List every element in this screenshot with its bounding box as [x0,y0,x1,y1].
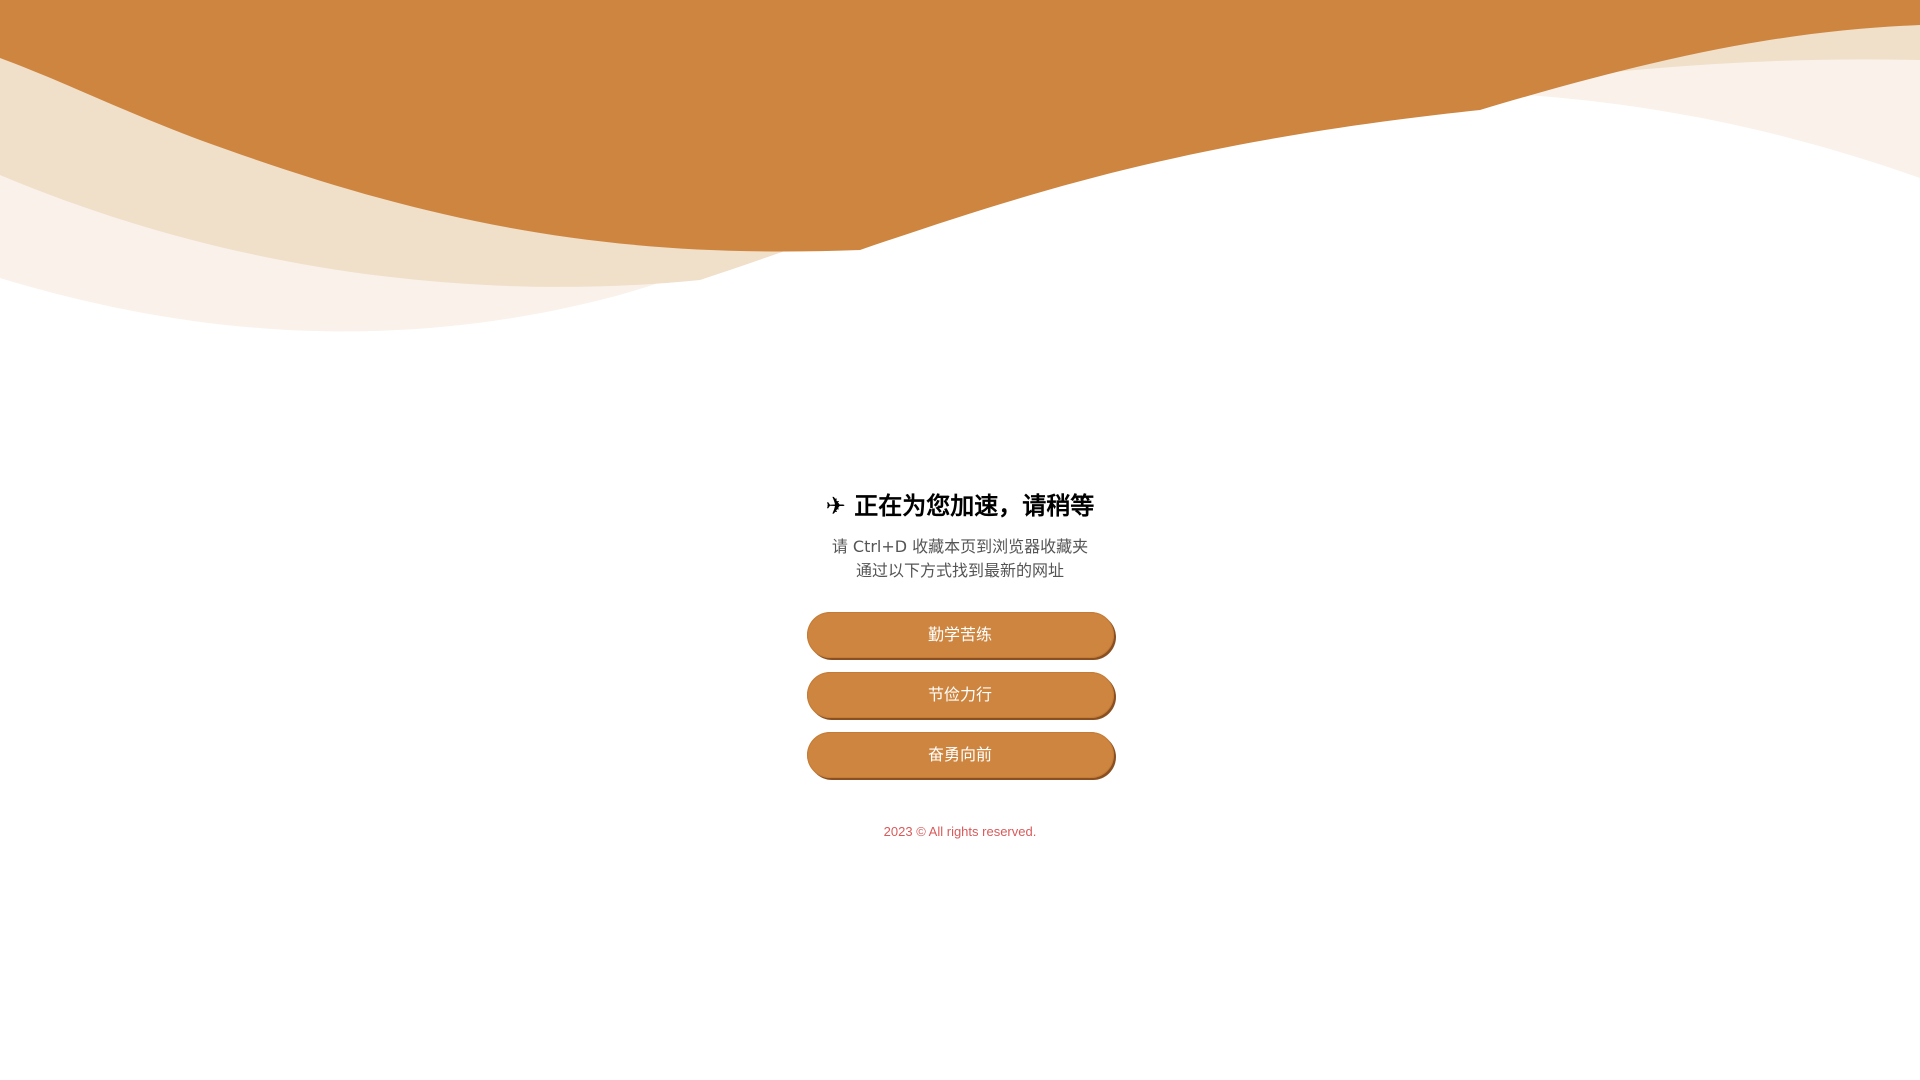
page-title: ✈ 正在为您加速，请稍等 [0,486,1920,526]
main-content: ✈ 正在为您加速，请稍等 请 Ctrl+D 收藏本页到浏览器收藏夹 通过以下方式… [0,486,1920,842]
page-title-text: 正在为您加速，请稍等 [854,492,1095,520]
instructions: 请 Ctrl+D 收藏本页到浏览器收藏夹 通过以下方式找到最新的网址 [0,535,1920,583]
link-button-2[interactable]: 节俭力行 [806,672,1114,718]
link-button-3[interactable]: 奋勇向前 [806,732,1114,778]
airplane-icon: ✈ [825,492,846,520]
page: ✈ 正在为您加速，请稍等 请 Ctrl+D 收藏本页到浏览器收藏夹 通过以下方式… [0,0,1920,1080]
instruction-bookmark: 请 Ctrl+D 收藏本页到浏览器收藏夹 [831,537,1089,556]
link-button-group: 勤学苦练 节俭力行 奋勇向前 [0,612,1920,792]
footer-copyright: 2023 © All rights reserved. [883,824,1037,839]
header-wave-decoration [0,0,1920,332]
instruction-find-url: 通过以下方式找到最新的网址 [855,561,1064,580]
link-button-1[interactable]: 勤学苦练 [806,612,1114,658]
